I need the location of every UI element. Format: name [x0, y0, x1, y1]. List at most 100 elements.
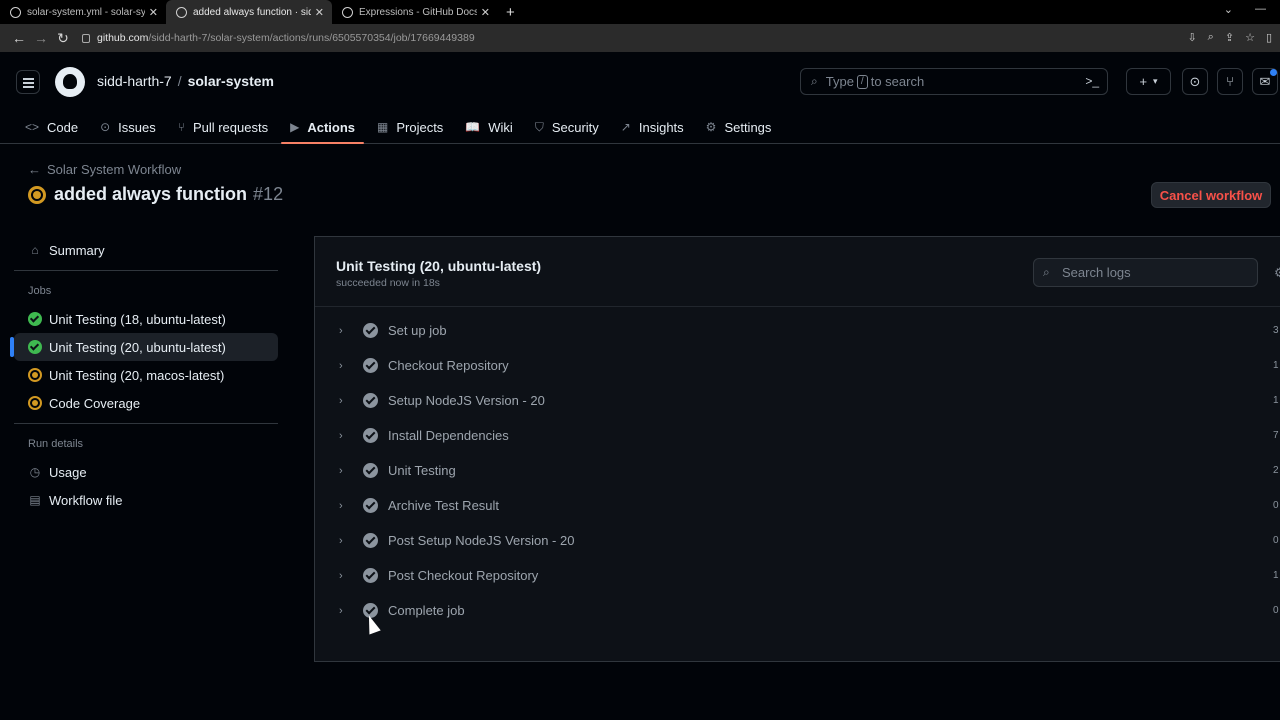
- step-duration: 0: [1273, 605, 1279, 616]
- tab-label: Issues: [118, 119, 156, 135]
- chevron-right-icon[interactable]: ›: [339, 570, 349, 582]
- issues-button[interactable]: ⊙: [1182, 68, 1208, 95]
- in-progress-icon: [28, 368, 42, 382]
- repo-owner-link[interactable]: sidd-harth-7: [97, 73, 172, 89]
- chevron-right-icon[interactable]: ›: [339, 500, 349, 512]
- share-icon[interactable]: ⇪: [1225, 31, 1234, 44]
- tab-label: Pull requests: [192, 119, 269, 135]
- job-step[interactable]: › Setup NodeJS Version - 20 1: [315, 383, 1280, 418]
- tab-settings[interactable]: ⚙ Settings: [697, 112, 781, 142]
- job-step[interactable]: › Complete job 0: [315, 593, 1280, 628]
- file-code-icon: ▤: [29, 493, 41, 507]
- issue-opened-icon: ⊙: [1189, 73, 1201, 89]
- search-icon: ⌕: [811, 74, 818, 88]
- job-step[interactable]: › Unit Testing 2: [315, 453, 1280, 488]
- step-duration: 2: [1273, 465, 1279, 476]
- tab-wiki[interactable]: 📖 Wiki: [456, 112, 522, 142]
- browser-tab[interactable]: solar-system.yml - solar-system ✕: [0, 0, 166, 24]
- job-step[interactable]: › Post Checkout Repository 1: [315, 558, 1280, 593]
- install-icon[interactable]: ⇩: [1187, 31, 1196, 44]
- tab-actions[interactable]: ▶ Actions: [281, 112, 364, 144]
- global-search-input[interactable]: ⌕ Type / to search >_: [800, 68, 1108, 95]
- inbox-button[interactable]: ✉: [1252, 68, 1278, 95]
- chevron-right-icon[interactable]: ›: [339, 325, 349, 337]
- zoom-icon[interactable]: ⌕: [1208, 31, 1214, 44]
- gear-icon: ⚙: [705, 120, 717, 134]
- step-label: Setup NodeJS Version - 20: [388, 393, 545, 408]
- github-favicon-icon: [176, 6, 187, 18]
- shield-icon: ⛉: [534, 119, 544, 134]
- sidebar-item-usage[interactable]: ◷ Usage: [14, 458, 278, 486]
- tab-pull-requests[interactable]: ⑂ Pull requests: [169, 112, 277, 142]
- in-progress-icon: [28, 396, 42, 410]
- chevron-right-icon[interactable]: ›: [339, 430, 349, 442]
- sidebar-job-item[interactable]: Unit Testing (20, macos-latest): [14, 361, 278, 389]
- step-duration: 7: [1273, 430, 1279, 441]
- back-arrow-icon[interactable]: ←: [8, 30, 30, 46]
- tab-search-icon[interactable]: ⌄: [1224, 3, 1233, 16]
- tab-issues[interactable]: ⊙ Issues: [91, 112, 165, 142]
- close-tab-icon[interactable]: ✕: [481, 6, 490, 19]
- step-duration: 1: [1273, 570, 1279, 581]
- play-icon: ▶: [290, 120, 300, 134]
- home-icon: ⌂: [31, 243, 39, 257]
- check-circle-icon: [363, 533, 378, 548]
- job-steps-list: › Set up job 3 › Checkout Repository 1 › Setu…: [315, 313, 1280, 628]
- github-logo-icon[interactable]: [55, 67, 85, 97]
- tab-insights[interactable]: ↗ Insights: [612, 112, 693, 142]
- check-circle-icon: [28, 340, 42, 354]
- tab-security[interactable]: ⛉ Security: [526, 112, 608, 142]
- chevron-right-icon[interactable]: ›: [339, 605, 349, 617]
- browser-tab-active[interactable]: added always function · sidd-harth ✕: [166, 0, 332, 24]
- job-header: Unit Testing (20, ubuntu-latest) succeed…: [315, 237, 1280, 307]
- job-step[interactable]: › Post Setup NodeJS Version - 20 0: [315, 523, 1280, 558]
- step-label: Archive Test Result: [388, 498, 500, 513]
- minimize-icon[interactable]: —: [1255, 3, 1266, 16]
- gear-icon[interactable]: ⚙: [1274, 265, 1280, 281]
- menu-hamburger-icon[interactable]: [16, 70, 40, 94]
- job-step[interactable]: › Install Dependencies 7: [315, 418, 1280, 453]
- sidebar-job-item[interactable]: Code Coverage: [14, 389, 278, 417]
- bookmark-star-icon[interactable]: ☆: [1245, 31, 1255, 44]
- code-icon: <>: [25, 120, 40, 134]
- job-step[interactable]: › Set up job 3: [315, 313, 1280, 348]
- search-logs-input[interactable]: ⌕ Search logs: [1033, 258, 1258, 287]
- sidebar-job-item[interactable]: Unit Testing (18, ubuntu-latest): [14, 305, 278, 333]
- cancel-workflow-button[interactable]: Cancel workflow: [1151, 182, 1271, 208]
- repo-name-link[interactable]: solar-system: [188, 73, 274, 89]
- tab-code[interactable]: <> Code: [16, 112, 87, 142]
- browser-tab-title: Expressions - GitHub Docs: [359, 6, 477, 18]
- reload-icon[interactable]: ↻: [52, 30, 74, 47]
- job-step[interactable]: › Checkout Repository 1: [315, 348, 1280, 383]
- in-progress-status-icon: [28, 185, 46, 204]
- chevron-right-icon[interactable]: ›: [339, 465, 349, 477]
- sidebar-item-summary[interactable]: ⌂ Summary: [14, 236, 278, 264]
- tab-projects[interactable]: ▦ Projects: [368, 112, 452, 142]
- create-new-button[interactable]: + ▾: [1126, 68, 1171, 95]
- sidebar-job-item-selected[interactable]: Unit Testing (20, ubuntu-latest): [10, 333, 278, 361]
- sidebar-item-label: Code Coverage: [49, 395, 141, 411]
- close-tab-icon[interactable]: ✕: [315, 6, 324, 19]
- sidebar-icon[interactable]: ▯: [1266, 31, 1272, 44]
- url-field[interactable]: github.com/sidd-harth-7/solar-system/act…: [82, 27, 1272, 49]
- chevron-right-icon[interactable]: ›: [339, 535, 349, 547]
- tab-label: Wiki: [488, 119, 513, 135]
- book-icon: 📖: [465, 120, 481, 134]
- pull-requests-button[interactable]: ⑂: [1217, 68, 1243, 95]
- sidebar-item-workflow-file[interactable]: ▤ Workflow file: [14, 486, 278, 514]
- forward-arrow-icon[interactable]: →: [30, 30, 52, 46]
- command-palette-icon[interactable]: >_: [1085, 74, 1099, 88]
- new-tab-icon[interactable]: +: [506, 4, 515, 21]
- check-circle-icon: [363, 358, 378, 373]
- browser-tab[interactable]: Expressions - GitHub Docs ✕: [332, 0, 498, 24]
- back-to-workflow-link[interactable]: ← Solar System Workflow: [28, 162, 181, 177]
- search-placeholder-pre: Type: [825, 74, 854, 89]
- search-shortcut-key: /: [856, 74, 868, 89]
- tab-label: Security: [551, 119, 599, 135]
- chevron-right-icon[interactable]: ›: [339, 395, 349, 407]
- job-step[interactable]: › Archive Test Result 0: [315, 488, 1280, 523]
- chevron-right-icon[interactable]: ›: [339, 360, 349, 372]
- close-tab-icon[interactable]: ✕: [149, 6, 158, 19]
- check-circle-icon: [363, 428, 378, 443]
- github-header: sidd-harth-7 / solar-system ⌕ Type / to se…: [0, 52, 1280, 144]
